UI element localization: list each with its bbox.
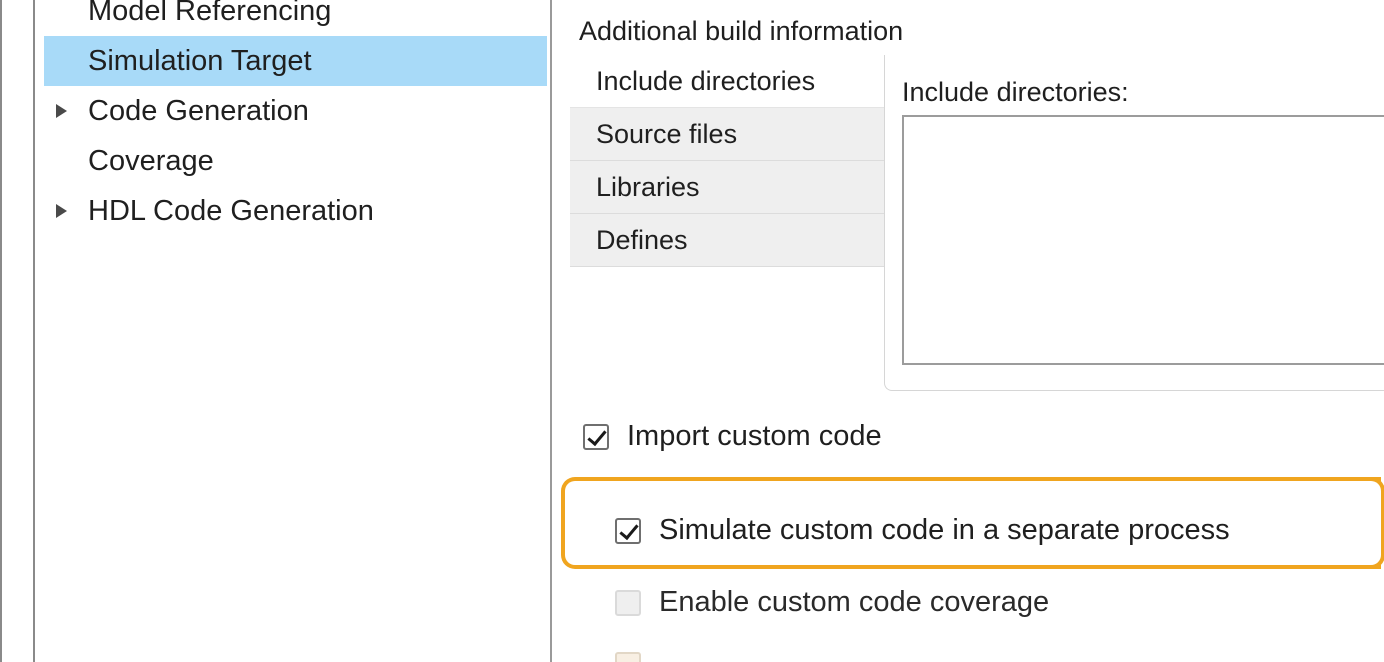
enable-custom-code-coverage-checkbox[interactable] [615, 589, 641, 616]
tree-item-label: Model Referencing [88, 0, 332, 27]
simulate-separate-process-option[interactable]: Simulate custom code in a separate proce… [615, 514, 1230, 547]
import-custom-code-option[interactable]: Import custom code [583, 420, 882, 453]
tree-item-label: Code Generation [88, 95, 309, 127]
build-info-tabs: Include directories Source files Librari… [570, 55, 885, 267]
pane-splitter[interactable] [550, 0, 552, 662]
settings-pane: Additional build information Include dir… [553, 0, 1384, 662]
tree-item-hdl-code-generation[interactable]: HDL Code Generation [44, 186, 547, 236]
tree-item-code-generation[interactable]: Code Generation [44, 86, 547, 136]
expand-arrow-icon[interactable] [56, 86, 70, 136]
tab-source-files[interactable]: Source files [570, 108, 885, 161]
tab-defines[interactable]: Defines [570, 214, 885, 267]
configuration-parameters-window: Model Referencing Simulation Target Code… [0, 0, 1384, 662]
partial-option-row[interactable] [615, 652, 659, 662]
tree-item-model-referencing[interactable]: Model Referencing [44, 0, 547, 36]
enable-custom-code-coverage-option[interactable]: Enable custom code coverage [615, 586, 1049, 619]
tree-item-label: HDL Code Generation [88, 195, 374, 227]
section-title: Additional build information [579, 16, 904, 46]
import-custom-code-checkbox[interactable] [583, 423, 609, 450]
tab-panel-include-directories: Include directories: [884, 55, 1384, 391]
simulate-separate-process-label: Simulate custom code in a separate proce… [659, 514, 1230, 546]
expand-arrow-icon[interactable] [56, 186, 70, 236]
include-directories-label: Include directories: [902, 77, 1129, 107]
simulate-separate-process-checkbox[interactable] [615, 517, 641, 544]
import-custom-code-label: Import custom code [627, 420, 882, 452]
tree-item-label: Coverage [88, 145, 214, 177]
partial-option-checkbox[interactable] [615, 652, 641, 662]
tab-include-directories[interactable]: Include directories [570, 55, 885, 108]
category-tree: Model Referencing Simulation Target Code… [44, 0, 547, 236]
tree-item-simulation-target[interactable]: Simulation Target [44, 36, 547, 86]
tab-libraries[interactable]: Libraries [570, 161, 885, 214]
tree-item-label: Simulation Target [88, 45, 312, 77]
highlight-box-end [1353, 477, 1384, 569]
enable-custom-code-coverage-label: Enable custom code coverage [659, 586, 1050, 618]
tree-item-coverage[interactable]: Coverage [44, 136, 547, 186]
include-directories-textarea[interactable] [902, 115, 1384, 365]
tree-guide-line [33, 0, 35, 662]
window-border [0, 0, 2, 662]
